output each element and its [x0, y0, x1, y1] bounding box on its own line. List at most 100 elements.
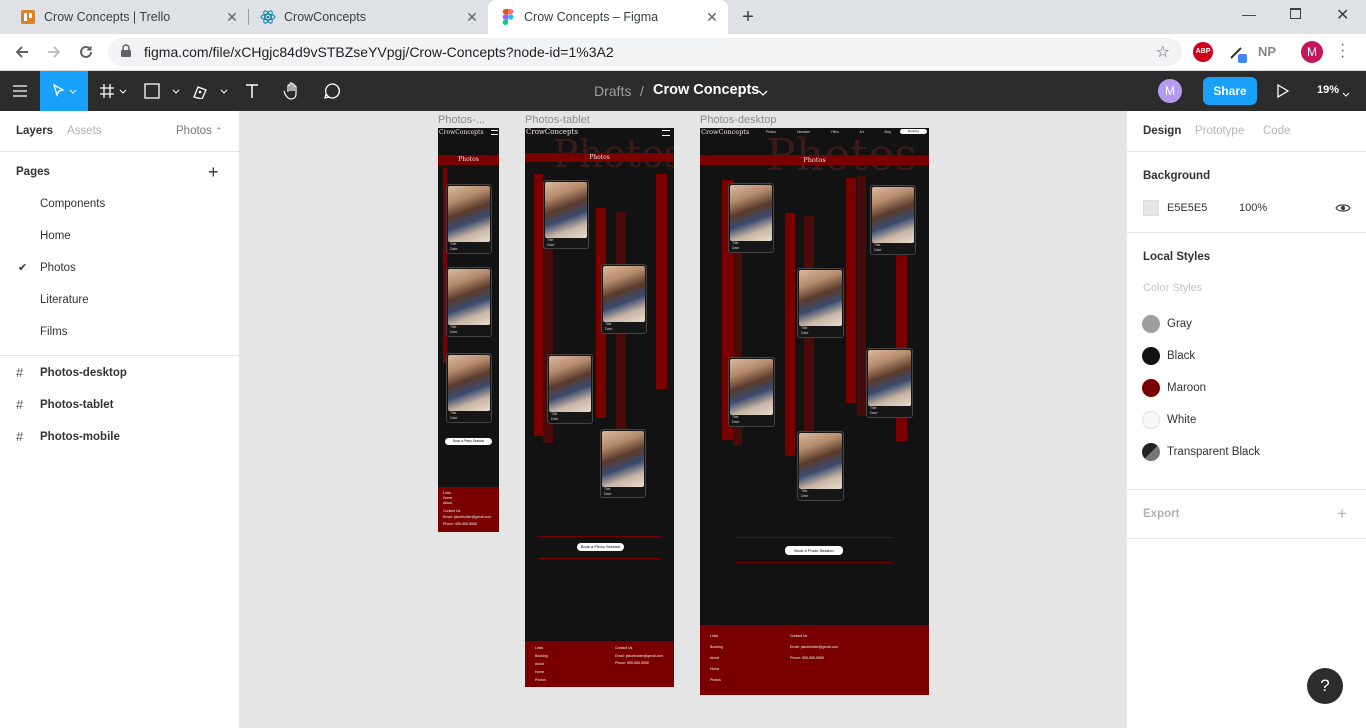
- frame-label-desktop[interactable]: Photos-desktop: [700, 114, 776, 126]
- photo-card: Title Date: [797, 431, 844, 501]
- adblock-extension-icon[interactable]: ABP: [1193, 42, 1213, 62]
- frame-photos-mobile[interactable]: CrowConcepts Photos Title Date Title Date …: [438, 128, 499, 532]
- frame-tool-icon[interactable]: [94, 71, 134, 111]
- frame-label-mobile[interactable]: Photos-...: [438, 114, 485, 126]
- react-icon: [260, 9, 276, 25]
- color-swatch: [1142, 315, 1160, 333]
- color-style-gray[interactable]: Gray: [1127, 315, 1366, 335]
- divider: [1127, 538, 1366, 539]
- page-item-literature[interactable]: Literature: [40, 294, 89, 306]
- layer-frame-photos-desktop[interactable]: # Photos-desktop: [16, 365, 127, 380]
- frame-icon: #: [16, 429, 24, 444]
- np-extension-icon[interactable]: NP: [1258, 44, 1276, 59]
- browser-tab-trello[interactable]: Crow Concepts | Trello ✕: [8, 0, 249, 34]
- chevron-down-icon[interactable]: [758, 86, 768, 100]
- design-canvas[interactable]: Photos-... CrowConcepts Photos Title Date…: [240, 111, 1126, 728]
- tab-layers[interactable]: Layers: [16, 125, 53, 137]
- page-item-home[interactable]: Home: [40, 230, 71, 242]
- breadcrumb-separator: /: [640, 83, 644, 99]
- zoom-level[interactable]: 19%: [1317, 84, 1339, 96]
- background-hex-input[interactable]: E5E5E5: [1167, 202, 1207, 214]
- decor-bar: [846, 178, 856, 403]
- photo-image: [799, 433, 842, 489]
- add-export-icon[interactable]: +: [1337, 504, 1347, 524]
- tab-assets[interactable]: Assets: [67, 125, 102, 137]
- tab-design[interactable]: Design: [1143, 125, 1181, 137]
- browser-menu-icon[interactable]: · · ·: [1340, 37, 1345, 65]
- frame-label-tablet[interactable]: Photos-tablet: [525, 114, 590, 126]
- footer-link: Booking: [535, 654, 548, 658]
- photo-card: Title Date: [728, 357, 775, 427]
- design-panel: Design Prototype Code Background E5E5E5 …: [1126, 111, 1366, 728]
- photo-image: [448, 186, 490, 242]
- background-opacity-input[interactable]: 100%: [1239, 202, 1267, 214]
- tab-code[interactable]: Code: [1263, 125, 1291, 137]
- pen-tool-icon[interactable]: [190, 71, 230, 111]
- zoom-chevron-icon[interactable]: [1342, 87, 1350, 101]
- footer-phone: Phone: 555-555-5555: [443, 522, 477, 526]
- color-styles-title: Color Styles: [1143, 282, 1203, 294]
- decor-bar: [857, 176, 866, 416]
- close-icon[interactable]: ✕: [224, 9, 240, 25]
- decor-bar: [534, 174, 543, 436]
- window-close-icon[interactable]: ✕: [1336, 5, 1349, 25]
- tab-prototype[interactable]: Prototype: [1195, 125, 1244, 137]
- eye-icon[interactable]: [1335, 202, 1351, 217]
- bookmark-star-icon[interactable]: ☆: [1156, 42, 1170, 62]
- page-item-films[interactable]: Films: [40, 326, 67, 338]
- close-icon[interactable]: ✕: [704, 9, 720, 25]
- forward-icon[interactable]: [42, 40, 66, 64]
- site-footer: Links Home About Contact Us Email: place…: [438, 487, 499, 532]
- help-button[interactable]: ?: [1307, 668, 1343, 704]
- tab-title: Crow Concepts – Figma: [524, 10, 659, 24]
- site-heading: Photos: [438, 155, 499, 165]
- cta-button: Book a Photo Session: [577, 543, 624, 551]
- frame-photos-tablet[interactable]: CrowConcepts Photos Photos TitleDate Tit…: [525, 128, 674, 687]
- share-button[interactable]: Share: [1203, 77, 1257, 105]
- present-play-icon[interactable]: [1277, 83, 1290, 101]
- color-style-maroon[interactable]: Maroon: [1127, 379, 1366, 399]
- layer-frame-photos-tablet[interactable]: # Photos-tablet: [16, 397, 113, 412]
- comment-tool-icon[interactable]: [320, 71, 344, 111]
- page-item-photos[interactable]: Photos: [40, 262, 76, 274]
- photo-image: [448, 269, 490, 325]
- browser-tab-figma[interactable]: Crow Concepts – Figma ✕: [488, 0, 728, 34]
- color-style-white[interactable]: White: [1127, 411, 1366, 431]
- page-item-components[interactable]: Components: [40, 198, 105, 210]
- reload-icon[interactable]: [74, 40, 98, 64]
- current-page-selector[interactable]: Photos ⌃: [176, 125, 223, 137]
- photo-card: Title Date: [446, 267, 492, 337]
- card-title: Title Date: [450, 325, 458, 334]
- photo-image: [730, 359, 773, 415]
- pen-extension-icon[interactable]: [1228, 43, 1248, 63]
- photo-image: [602, 431, 644, 487]
- layer-frame-photos-mobile[interactable]: # Photos-mobile: [16, 429, 120, 444]
- divider-line: [736, 562, 893, 563]
- move-tool-icon[interactable]: [40, 71, 88, 111]
- background-color-swatch[interactable]: [1143, 200, 1159, 216]
- maximize-icon[interactable]: [1290, 8, 1301, 19]
- text-tool-icon[interactable]: [240, 71, 264, 111]
- color-style-transparent-black[interactable]: Transparent Black: [1127, 443, 1366, 463]
- new-tab-icon[interactable]: +: [738, 7, 758, 27]
- collaborator-avatar[interactable]: M: [1158, 79, 1182, 103]
- browser-tab-crowconcepts[interactable]: CrowConcepts ✕: [248, 0, 488, 34]
- footer-email: Email: placeholder@gmail.com: [615, 654, 664, 658]
- profile-avatar[interactable]: M: [1301, 41, 1323, 63]
- close-icon[interactable]: ✕: [464, 9, 480, 25]
- shape-tool-icon[interactable]: [142, 71, 182, 111]
- address-bar[interactable]: figma.com/file/xCHgjc84d9vSTBZseYVpgj/Cr…: [108, 38, 1182, 66]
- back-icon[interactable]: [10, 40, 34, 64]
- figma-icon: [500, 9, 516, 25]
- add-page-icon[interactable]: +: [208, 162, 219, 183]
- frame-photos-desktop[interactable]: CrowConcepts Photos Literature Films Art…: [700, 128, 929, 695]
- file-name[interactable]: Crow Concepts: [653, 82, 759, 98]
- layers-panel: Layers Assets Photos ⌃ Pages + Component…: [0, 111, 240, 728]
- tab-title: CrowConcepts: [284, 10, 366, 24]
- main-menu-icon[interactable]: [0, 71, 40, 111]
- color-style-black[interactable]: Black: [1127, 347, 1366, 367]
- breadcrumb-drafts[interactable]: Drafts: [594, 83, 631, 99]
- hand-tool-icon[interactable]: [280, 71, 304, 111]
- minimize-icon[interactable]: —: [1242, 6, 1258, 22]
- divider: [1127, 489, 1366, 490]
